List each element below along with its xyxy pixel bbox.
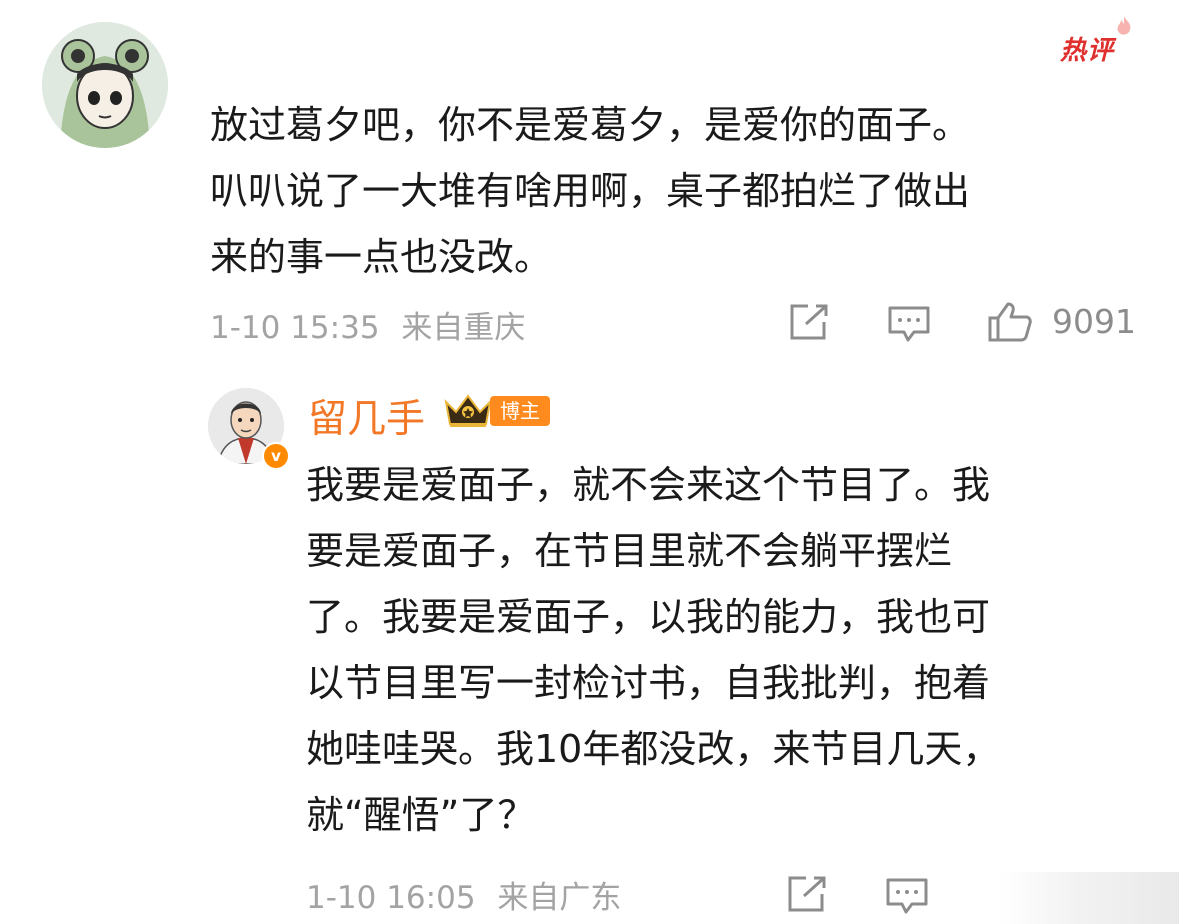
comment-line: 放过葛夕吧，你不是爱葛夕，是爱你的面子。: [210, 103, 971, 147]
reply-location: 来自广东: [497, 880, 622, 916]
reply-meta: 1-10 16:05 来自广东: [306, 872, 621, 917]
comment-line: 叭叭说了一大堆有啥用啊，桌子都拍烂了做出: [210, 169, 971, 213]
share-icon[interactable]: [784, 874, 828, 914]
weibo-comment-view: 热评 放过葛夕吧，你不是爱葛夕，是爱你的面子。 叭叭说了一大堆有啥用啊，桌子都拍…: [0, 0, 1179, 924]
comment-icon[interactable]: [884, 876, 930, 916]
reply-line: 了。我要是爱面子，以我的能力，我也可: [306, 595, 991, 639]
share-icon[interactable]: [786, 302, 830, 342]
like-count: 9091: [1052, 302, 1136, 341]
watermark-overlay: [1000, 872, 1179, 924]
comment-line: 来的事一点也没改。: [210, 235, 553, 279]
reply-line: 我要是爱面子，就不会来这个节目了。我: [306, 463, 991, 507]
comment-time: 1-10 15:35: [210, 310, 380, 346]
reply-author-name[interactable]: 留几手: [308, 388, 425, 444]
host-tag: 博主: [490, 396, 550, 426]
reply-line: 就“醒悟”了？: [306, 793, 536, 837]
reply-line: 以节目里写一封检讨书，自我批判，抱着: [306, 661, 991, 705]
crown-icon: [444, 394, 492, 427]
comment-meta: 1-10 15:35 来自重庆: [210, 302, 525, 347]
comment-icon[interactable]: [886, 304, 932, 344]
reply-line: 要是爱面子，在节目里就不会躺平摆烂: [306, 529, 953, 573]
thumbs-up-icon[interactable]: [986, 300, 1034, 344]
hot-comment-badge: 热评: [1060, 36, 1115, 66]
reply-time: 1-10 16:05: [306, 880, 476, 916]
reply-line: 她哇哇哭。我10年都没改，来节目几天，: [306, 727, 1001, 771]
verified-badge: v: [262, 442, 290, 470]
reply-body: 我要是爱面子，就不会来这个节目了。我 要是爱面子，在节目里就不会躺平摆烂 了。我…: [306, 452, 1136, 848]
comment-body: 放过葛夕吧，你不是爱葛夕，是爱你的面子。 叭叭说了一大堆有啥用啊，桌子都拍烂了做…: [210, 92, 1140, 290]
flame-icon: [1117, 16, 1131, 35]
comment-location: 来自重庆: [401, 310, 526, 346]
commenter-avatar[interactable]: [42, 22, 168, 148]
